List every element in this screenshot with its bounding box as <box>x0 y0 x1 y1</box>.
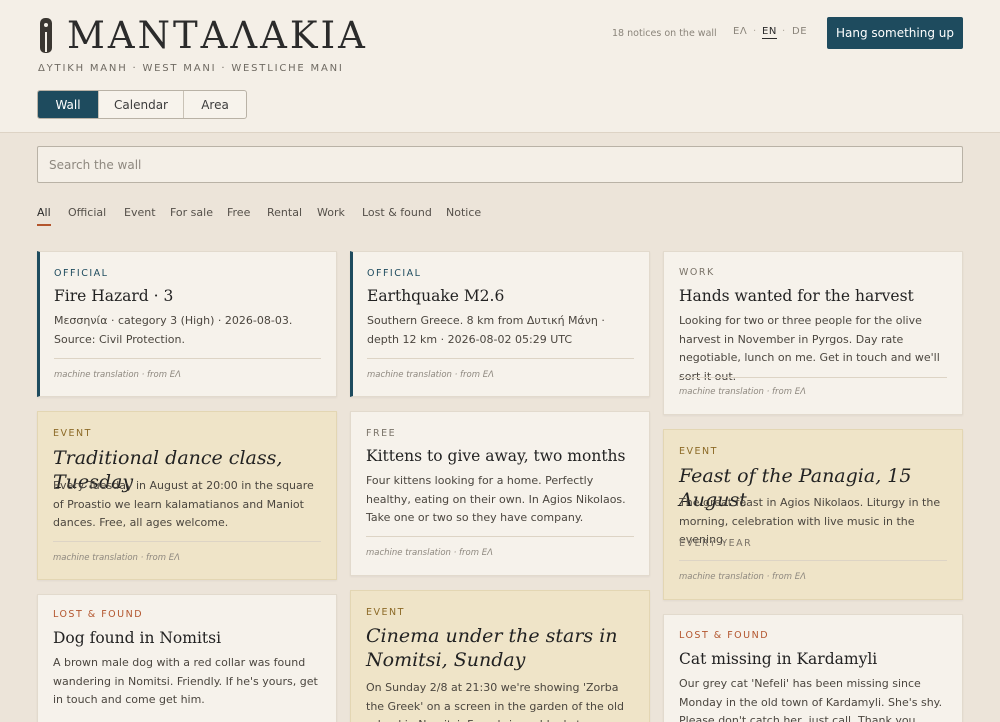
language-de[interactable]: DE <box>792 26 807 37</box>
notice-card[interactable]: EVENT Feast of the Panagia, 15 August Th… <box>663 429 963 600</box>
card-body: Four kittens looking for a home. Perfect… <box>366 474 626 524</box>
filter-work[interactable]: Work <box>317 206 345 219</box>
card-divider <box>679 560 947 561</box>
translation-note: machine translation · from ΕΛ <box>367 370 494 380</box>
language-separator: · <box>753 26 757 37</box>
tab-calendar[interactable]: Calendar <box>99 91 184 118</box>
notice-card[interactable]: WORK Hands wanted for the harvest Lookin… <box>663 251 963 415</box>
notice-count: 18 notices on the wall <box>612 28 717 39</box>
card-category: EVENT <box>679 446 718 457</box>
card-title: Hands wanted for the harvest <box>679 287 914 305</box>
card-category: LOST & FOUND <box>679 630 770 641</box>
language-separator: · <box>782 26 786 37</box>
recurrence-label: EVERY YEAR <box>679 538 753 549</box>
notice-card[interactable]: LOST & FOUND Cat missing in Kardamyli Ou… <box>663 614 963 722</box>
card-body: Our grey cat 'Nefeli' has been missing s… <box>679 677 943 722</box>
translation-note: machine translation · from ΕΛ <box>679 387 806 397</box>
card-divider <box>679 377 947 378</box>
card-title: Dog found in Nomitsi <box>53 629 222 647</box>
language-el[interactable]: ΕΛ <box>733 26 747 37</box>
card-category: OFFICIAL <box>367 268 422 279</box>
card-body: Every Tuesday in August at 20:00 in the … <box>53 479 314 529</box>
filter-official[interactable]: Official <box>68 206 106 219</box>
card-body: Μεσσηνία · category 3 (High) · 2026-08-0… <box>54 314 293 346</box>
card-title: Cat missing in Kardamyli <box>679 650 878 668</box>
notice-card[interactable]: LOST & FOUND Dog found in Nomitsi A brow… <box>37 594 337 722</box>
view-switcher: Wall Calendar Area <box>37 90 247 119</box>
translation-note: machine translation · from ΕΛ <box>366 548 493 558</box>
card-category: LOST & FOUND <box>53 609 144 620</box>
card-divider <box>366 536 634 537</box>
card-title: Fire Hazard · 3 <box>54 287 174 305</box>
card-body: On Sunday 2/8 at 21:30 we're showing 'Zo… <box>366 681 625 722</box>
notice-card[interactable]: OFFICIAL Earthquake M2.6 Southern Greece… <box>350 251 650 397</box>
card-divider <box>54 358 321 359</box>
tab-wall[interactable]: Wall <box>38 91 99 118</box>
card-category: OFFICIAL <box>54 268 109 279</box>
filter-free[interactable]: Free <box>227 206 250 219</box>
card-title: Kittens to give away, two months <box>366 447 626 465</box>
card-body: A brown male dog with a red collar was f… <box>53 656 318 706</box>
card-body: Southern Greece. 8 km from Δυτική Μάνη ·… <box>367 314 605 346</box>
site-header: ΜΑΝΤΑΛΑΚΙΑ ΔΥΤΙΚΗ ΜΑΝΗ · WEST MANI · WES… <box>0 0 1000 133</box>
translation-note: machine translation · from ΕΛ <box>53 553 180 563</box>
translation-note: machine translation · from ΕΛ <box>679 572 806 582</box>
notice-card[interactable]: OFFICIAL Fire Hazard · 3 Μεσσηνία · cate… <box>37 251 337 397</box>
site-logo[interactable]: ΜΑΝΤΑΛΑΚΙΑ <box>67 14 368 58</box>
filter-lost-found[interactable]: Lost & found <box>362 206 432 219</box>
active-filter-indicator <box>37 224 51 226</box>
card-category: FREE <box>366 428 397 439</box>
card-category: WORK <box>679 267 715 278</box>
notice-card[interactable]: EVENT Cinema under the stars in Nomitsi,… <box>350 590 650 722</box>
card-category: EVENT <box>366 607 405 618</box>
card-category: EVENT <box>53 428 92 439</box>
filter-event[interactable]: Event <box>124 206 156 219</box>
language-en[interactable]: EN <box>762 26 777 39</box>
filter-all[interactable]: All <box>37 206 51 219</box>
search-input[interactable] <box>37 146 963 183</box>
clothespin-icon <box>40 18 52 53</box>
card-title: Earthquake M2.6 <box>367 287 505 305</box>
site-subtitle: ΔΥΤΙΚΗ ΜΑΝΗ · WEST MANI · WESTLICHE MANI <box>38 63 344 74</box>
tab-area[interactable]: Area <box>184 91 246 118</box>
hang-something-up-button[interactable]: Hang something up <box>827 17 963 49</box>
translation-note: machine translation · from ΕΛ <box>54 370 181 380</box>
card-body: Looking for two or three people for the … <box>679 314 940 383</box>
card-title: Cinema under the stars in Nomitsi, Sunda… <box>366 625 618 671</box>
filter-notice[interactable]: Notice <box>446 206 481 219</box>
notice-card[interactable]: EVENT Traditional dance class, Tuesday E… <box>37 411 337 580</box>
filter-for-sale[interactable]: For sale <box>170 206 213 219</box>
card-divider <box>367 358 634 359</box>
filter-rental[interactable]: Rental <box>267 206 302 219</box>
card-divider <box>53 541 321 542</box>
notice-card[interactable]: FREE Kittens to give away, two months Fo… <box>350 411 650 576</box>
